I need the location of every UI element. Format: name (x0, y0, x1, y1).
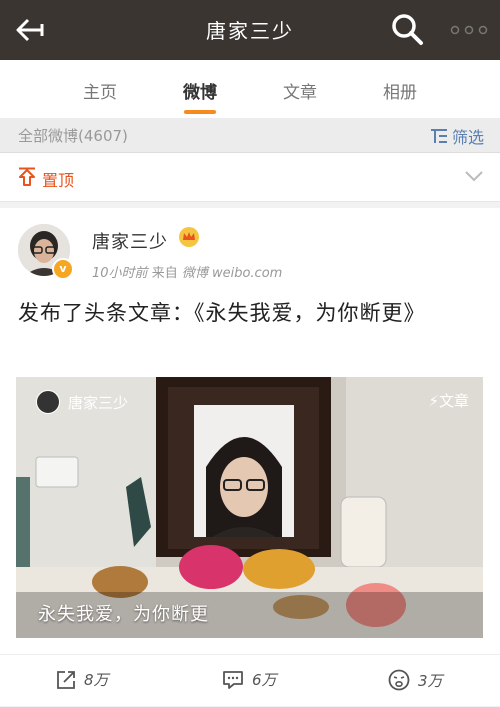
crown-icon (179, 227, 199, 247)
article-card[interactable]: 唐家三少 ⚡文章 永失我爱，为你断更 (16, 377, 483, 638)
share-icon (57, 670, 75, 689)
pinned-row[interactable]: 置顶 (0, 153, 500, 202)
post-card: v 唐家三少 10小时前 来自 微博 weibo.com 发布了头条文章：《永失… (0, 208, 500, 706)
article-tag: ⚡文章 (428, 390, 469, 411)
article-title: 永失我爱，为你断更 (38, 604, 209, 625)
like-button[interactable]: 3万 (388, 669, 443, 691)
search-icon[interactable] (390, 12, 424, 46)
tab-articles[interactable]: 文章 (260, 78, 340, 103)
article-author: 唐家三少 (36, 390, 128, 414)
post-author-name[interactable]: 唐家三少 (92, 228, 168, 254)
app-header: 唐家三少 (0, 0, 500, 60)
post-source[interactable]: 微博 weibo.com (182, 266, 282, 281)
profile-tabs: 主页 微博 文章 相册 (0, 60, 500, 118)
post-text: 发布了头条文章：《永失我爱，为你断更》 (18, 301, 426, 325)
like-icon (388, 669, 410, 691)
like-count: 3万 (418, 671, 443, 690)
article-author-name: 唐家三少 (68, 393, 129, 412)
article-tag-label: 文章 (438, 392, 469, 410)
article-author-avatar (36, 390, 60, 414)
pin-icon (19, 167, 35, 186)
post-time: 10小时前 (92, 266, 148, 281)
post-meta: 10小时前 来自 微博 weibo.com (92, 262, 282, 281)
page-title: 唐家三少 (206, 19, 294, 43)
filter-icon (430, 129, 447, 143)
filter-button[interactable]: 筛选 (430, 124, 484, 148)
post-count[interactable]: 全部微博(4607) (18, 125, 128, 146)
tab-album[interactable]: 相册 (360, 78, 440, 103)
tab-home[interactable]: 主页 (60, 78, 140, 103)
comment-button[interactable]: 6万 (222, 669, 277, 690)
article-cover-image (16, 377, 483, 638)
post-actions: 8万 6万 3万 (0, 654, 500, 707)
active-tab-indicator (184, 110, 216, 114)
share-button[interactable]: 8万 (56, 669, 109, 690)
lightning-icon: ⚡ (428, 392, 439, 410)
more-icon[interactable] (450, 25, 488, 35)
filter-bar: 全部微博(4607) 筛选 (0, 118, 500, 153)
share-count: 8万 (84, 671, 109, 689)
comment-icon (223, 670, 243, 689)
verified-badge: v (52, 258, 74, 280)
source-prefix: 来自 (151, 266, 178, 281)
filter-label: 筛选 (451, 128, 484, 147)
comment-count: 6万 (252, 671, 277, 689)
chevron-down-icon[interactable] (464, 169, 484, 183)
tab-weibo[interactable]: 微博 (160, 78, 240, 103)
pinned-label: 置顶 (42, 171, 75, 190)
